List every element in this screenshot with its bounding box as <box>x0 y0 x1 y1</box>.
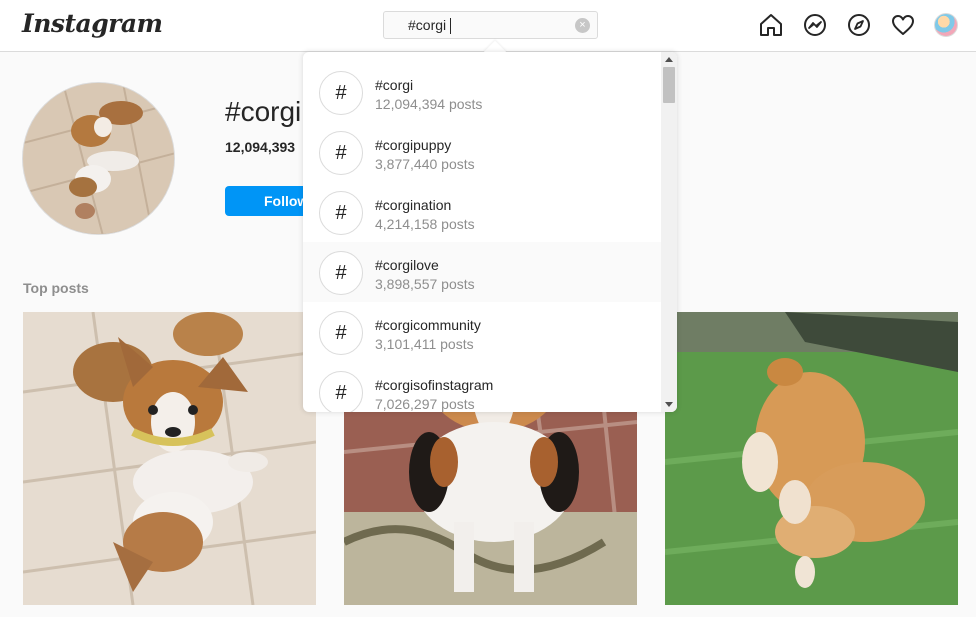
suggestion-count: 12,094,394 posts <box>375 96 483 112</box>
suggestion-item[interactable]: # #corgicommunity 3,101,411 posts <box>303 302 661 362</box>
heart-icon[interactable] <box>890 12 916 38</box>
top-navigation-bar: Instagram × <box>0 0 976 52</box>
top-post-3[interactable] <box>665 312 958 605</box>
dropdown-scrollbar[interactable] <box>661 52 677 412</box>
suggestion-count: 7,026,297 posts <box>375 396 475 412</box>
text-caret <box>450 18 451 34</box>
hashtag-icon: # <box>319 131 363 175</box>
hashtag-post-count: 12,094,393 <box>225 139 296 155</box>
scroll-down-arrow-icon[interactable] <box>665 402 673 407</box>
suggestion-item[interactable]: # #corgilove 3,898,557 posts <box>303 242 661 302</box>
hashtag-avatar <box>22 82 175 235</box>
suggestion-item[interactable]: # #corgination 4,214,158 posts <box>303 182 661 242</box>
suggestion-name: #corgi <box>375 77 414 93</box>
search-box[interactable]: × <box>383 11 598 39</box>
suggestion-count: 3,898,557 posts <box>375 276 475 292</box>
hashtag-icon: # <box>319 191 363 235</box>
home-icon[interactable] <box>758 12 784 38</box>
clear-search-icon[interactable]: × <box>575 18 590 33</box>
messenger-icon[interactable] <box>802 12 828 38</box>
hashtag-icon: # <box>319 71 363 115</box>
top-posts-heading: Top posts <box>23 280 89 296</box>
hashtag-icon: # <box>319 251 363 295</box>
hashtag-title: #corgi <box>225 96 302 127</box>
suggestion-name: #corgilove <box>375 257 439 273</box>
suggestion-name: #corgisofinstagram <box>375 377 494 393</box>
explore-icon[interactable] <box>846 12 872 38</box>
hashtag-icon: # <box>319 311 363 355</box>
suggestion-name: #corgipuppy <box>375 137 452 153</box>
instagram-logo[interactable]: Instagram <box>22 9 163 38</box>
scrollbar-thumb[interactable] <box>663 67 675 103</box>
suggestion-item[interactable]: # #corgipuppy 3,877,440 posts <box>303 122 661 182</box>
suggestion-name: #corgination <box>375 197 452 213</box>
top-post-1[interactable] <box>23 312 316 605</box>
search-suggestions-dropdown: # #corgi 12,094,394 posts # #corgipuppy … <box>303 52 677 412</box>
search-input[interactable] <box>408 15 568 35</box>
suggestion-count: 3,101,411 posts <box>375 336 474 352</box>
suggestion-count: 3,877,440 posts <box>375 156 475 172</box>
suggestion-item[interactable]: # #corgisofinstagram 7,026,297 posts <box>303 362 661 412</box>
scroll-up-arrow-icon[interactable] <box>665 57 673 62</box>
profile-avatar[interactable] <box>934 13 958 37</box>
hashtag-icon: # <box>319 371 363 412</box>
suggestion-name: #corgicommunity <box>375 317 481 333</box>
suggestion-count: 4,214,158 posts <box>375 216 475 232</box>
suggestion-list: # #corgi 12,094,394 posts # #corgipuppy … <box>303 62 661 412</box>
suggestion-item[interactable]: # #corgi 12,094,394 posts <box>303 62 661 122</box>
